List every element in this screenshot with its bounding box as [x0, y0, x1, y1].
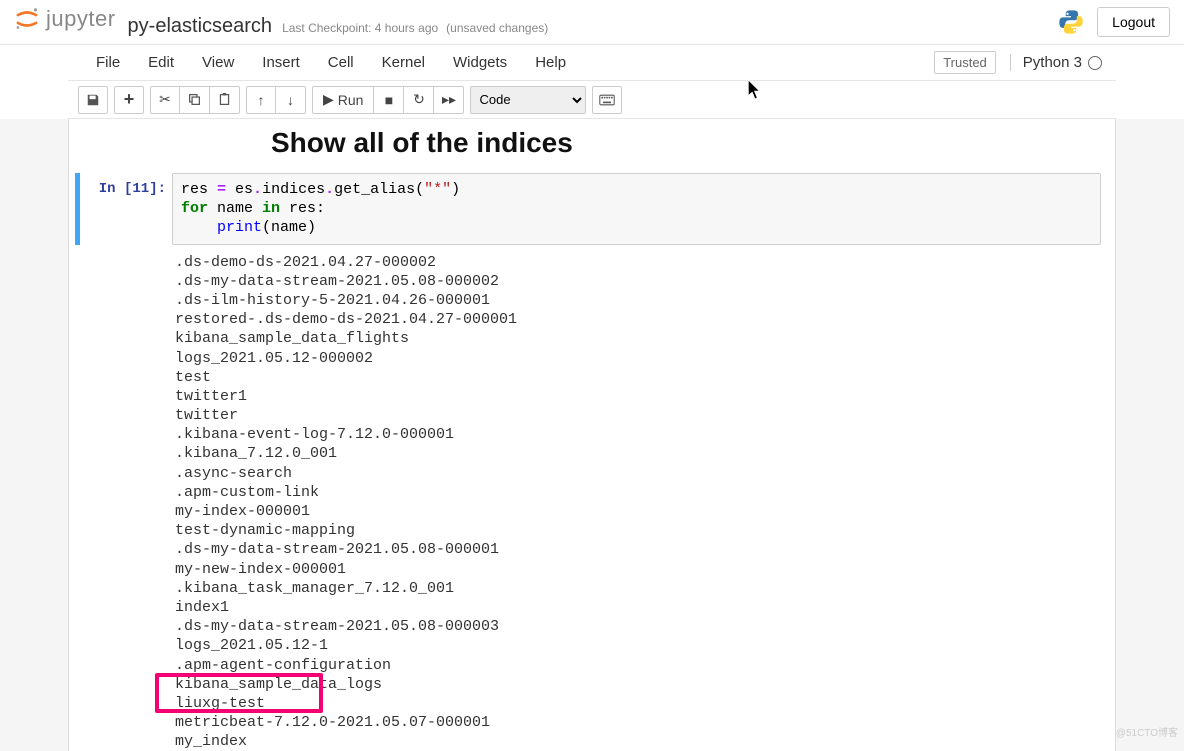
cut-icon: ✂	[159, 91, 171, 108]
notebook-name[interactable]: py-elasticsearch	[128, 15, 273, 38]
output-line: my_index	[175, 732, 1115, 751]
output-line: logs_2021.05.12-1	[175, 636, 1115, 655]
fast-forward-icon: ▸▸	[442, 91, 456, 108]
output-line: my-index-000001	[175, 502, 1115, 521]
run-button[interactable]: ▶Run	[312, 86, 374, 114]
jupyter-logo-text: jupyter	[46, 6, 116, 32]
notebook-inner: Show all of the indices In [11]: res = e…	[68, 119, 1116, 751]
arrow-down-icon: ↓	[287, 92, 294, 108]
output-line: .async-search	[175, 464, 1115, 483]
jupyter-logo[interactable]: jupyter	[14, 6, 116, 32]
prompt-label: In [11]:	[99, 181, 166, 197]
kernel-indicator[interactable]: Python 3	[1010, 54, 1102, 71]
output-line: metricbeat-7.12.0-2021.05.07-000001	[175, 713, 1115, 732]
menu-cell[interactable]: Cell	[314, 46, 368, 79]
copy-button[interactable]	[180, 86, 210, 114]
restart-run-all-button[interactable]: ▸▸	[434, 86, 464, 114]
menu-edit[interactable]: Edit	[134, 46, 188, 79]
input-prompt: In [11]:	[80, 173, 172, 245]
code-cell[interactable]: In [11]: res = es.indices.get_alias("*")…	[75, 173, 1115, 245]
output-line: index1	[175, 598, 1115, 617]
output-line: .ds-my-data-stream-2021.05.08-000002	[175, 272, 1115, 291]
notebook-area: Show all of the indices In [11]: res = e…	[0, 119, 1184, 751]
output-line: .apm-custom-link	[175, 483, 1115, 502]
command-palette-button[interactable]	[592, 86, 622, 114]
menu-bar: File Edit View Insert Cell Kernel Widget…	[68, 45, 1116, 81]
python-logo-icon	[1057, 8, 1085, 36]
arrow-up-icon: ↑	[258, 92, 265, 108]
logout-button[interactable]: Logout	[1097, 7, 1170, 37]
add-cell-button[interactable]: +	[114, 86, 144, 114]
output-line: restored-.ds-demo-ds-2021.04.27-000001	[175, 310, 1115, 329]
paste-icon	[218, 93, 231, 106]
jupyter-icon	[14, 6, 40, 32]
output-line: .ds-my-data-stream-2021.05.08-000001	[175, 540, 1115, 559]
output-line: test	[175, 368, 1115, 387]
output-line: twitter	[175, 406, 1115, 425]
menu-right: Trusted Python 3	[934, 51, 1102, 74]
header-right: Logout	[1057, 7, 1170, 37]
stop-button[interactable]: ■	[374, 86, 404, 114]
header-bar: jupyter py-elasticsearch Last Checkpoint…	[0, 0, 1184, 45]
menu-view[interactable]: View	[188, 46, 248, 79]
output-line: logs_2021.05.12-000002	[175, 349, 1115, 368]
menu-insert[interactable]: Insert	[248, 46, 314, 79]
plus-icon: +	[124, 89, 135, 110]
kernel-name: Python 3	[1023, 54, 1082, 71]
logo-group: jupyter py-elasticsearch Last Checkpoint…	[14, 6, 548, 38]
move-up-button[interactable]: ↑	[246, 86, 276, 114]
restart-icon: ↻	[413, 91, 425, 108]
output-line: kibana_sample_data_flights	[175, 329, 1115, 348]
code-input[interactable]: res = es.indices.get_alias("*") for name…	[172, 173, 1101, 245]
kernel-status-icon	[1088, 56, 1102, 70]
keyboard-icon	[599, 94, 615, 106]
save-button[interactable]	[78, 86, 108, 114]
watermark: @51CTO博客	[1116, 724, 1178, 739]
menu-widgets[interactable]: Widgets	[439, 46, 521, 79]
restart-button[interactable]: ↻	[404, 86, 434, 114]
checkpoint-text: Last Checkpoint: 4 hours ago	[282, 21, 438, 35]
unsaved-text: (unsaved changes)	[446, 21, 548, 35]
menu-items: File Edit View Insert Cell Kernel Widget…	[82, 46, 580, 79]
play-icon: ▶	[323, 91, 334, 108]
highlight-annotation	[155, 673, 323, 713]
output-line: .ds-ilm-history-5-2021.04.26-000001	[175, 291, 1115, 310]
move-down-button[interactable]: ↓	[276, 86, 306, 114]
paste-button[interactable]	[210, 86, 240, 114]
run-label: Run	[338, 92, 364, 108]
save-icon	[86, 93, 100, 107]
output-line: .kibana_7.12.0_001	[175, 444, 1115, 463]
menu-kernel[interactable]: Kernel	[368, 46, 439, 79]
output-line: .ds-my-data-stream-2021.05.08-000003	[175, 617, 1115, 636]
copy-icon	[188, 93, 201, 106]
markdown-heading[interactable]: Show all of the indices	[271, 127, 1115, 159]
output-line: .ds-demo-ds-2021.04.27-000002	[175, 253, 1115, 272]
output-line: test-dynamic-mapping	[175, 521, 1115, 540]
menu-file[interactable]: File	[82, 46, 134, 79]
cell-body: res = es.indices.get_alias("*") for name…	[172, 173, 1115, 245]
output-area: .ds-demo-ds-2021.04.27-000002.ds-my-data…	[171, 245, 1115, 751]
output-line: .kibana_task_manager_7.12.0_001	[175, 579, 1115, 598]
trusted-indicator[interactable]: Trusted	[934, 51, 996, 74]
output-line: .apm-agent-configuration	[175, 656, 1115, 675]
celltype-select[interactable]: Code	[470, 86, 586, 114]
output-line: .kibana-event-log-7.12.0-000001	[175, 425, 1115, 444]
cut-button[interactable]: ✂	[150, 86, 180, 114]
output-line: twitter1	[175, 387, 1115, 406]
stop-icon: ■	[385, 92, 393, 108]
toolbar: + ✂ ↑ ↓ ▶Run ■ ↻ ▸▸ Code	[68, 81, 1116, 119]
output-line: my-new-index-000001	[175, 560, 1115, 579]
mouse-cursor-icon	[748, 80, 762, 100]
menu-help[interactable]: Help	[521, 46, 580, 79]
